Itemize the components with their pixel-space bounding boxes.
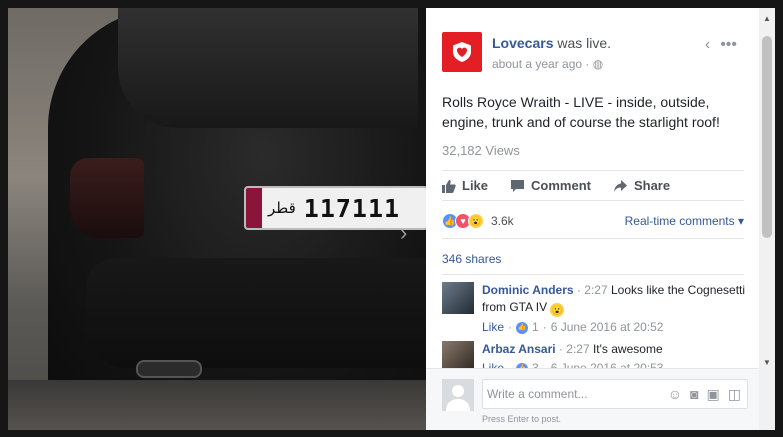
post-text: Rolls Royce Wraith - LIVE - inside, outs… — [442, 94, 720, 130]
divider — [442, 170, 744, 171]
press-enter-hint: Press Enter to post. — [482, 414, 562, 424]
composer-tools: ☺ ◙ ▣ ◫ — [668, 386, 741, 403]
realtime-comments-dropdown[interactable]: Real-time comments ▾ — [625, 214, 744, 228]
comment-input[interactable]: Write a comment... ☺ ◙ ▣ ◫ — [482, 379, 748, 409]
avatar[interactable] — [442, 282, 474, 314]
plate-number: 117111 — [303, 193, 401, 223]
ground — [8, 380, 426, 430]
share-label: Share — [633, 178, 671, 193]
scrollbar-thumb[interactable] — [762, 36, 772, 238]
comment-time: · 2:27 — [558, 342, 590, 356]
realtime-label: Real-time comments — [624, 214, 735, 228]
like-button[interactable]: Like — [442, 178, 488, 193]
like-label: Like — [462, 178, 489, 193]
more-options-icon[interactable]: ••• — [720, 36, 737, 54]
live-video-viewer: قطر 117111 › Lovecars was live. about a … — [0, 0, 783, 437]
back-chevron-icon[interactable]: ‹ — [705, 36, 710, 54]
comment-like-button[interactable]: Like — [482, 319, 504, 336]
comment-like-count[interactable]: 1 — [532, 319, 539, 336]
page-logo[interactable] — [442, 32, 482, 72]
car-exhaust — [136, 360, 202, 378]
comment-time: · 2:27 — [576, 283, 608, 297]
separator-dot: · — [508, 320, 513, 334]
globe-icon: ◍ — [592, 57, 604, 71]
shares-link[interactable]: 346 shares — [442, 252, 501, 266]
share-button[interactable]: Share — [613, 178, 670, 193]
post-panel: Lovecars was live. about a year ago · ◍ … — [426, 8, 759, 430]
wow-emoji-icon: 😮 — [550, 303, 565, 317]
car-bumper — [86, 258, 426, 368]
comment-text: It's awesome — [592, 342, 663, 356]
comment-author[interactable]: Arbaz Ansari — [482, 342, 556, 356]
license-plate: قطر 117111 — [244, 186, 426, 230]
comment-composer: Write a comment... ☺ ◙ ▣ ◫ Press Enter t… — [426, 368, 759, 430]
comment-time-value[interactable]: 2:27 — [584, 283, 607, 297]
caret-down-icon: ▾ — [734, 214, 744, 228]
comment-placeholder: Write a comment... — [487, 387, 588, 401]
comment-date[interactable]: 6 June 2016 at 20:52 — [551, 319, 664, 336]
header-actions: ‹ ••• — [705, 36, 737, 54]
post-actions: Like Comment Share — [442, 178, 670, 193]
reaction-count[interactable]: 3.6k — [491, 214, 514, 228]
separator-dot: · — [585, 57, 593, 71]
like-count-icon: 👍 — [516, 321, 529, 334]
sticker-icon[interactable]: ◫ — [728, 386, 741, 403]
comment-label: Comment — [531, 178, 591, 193]
comment-bubble-icon — [511, 179, 525, 192]
post-header: Lovecars was live. about a year ago · ◍ — [442, 32, 611, 72]
view-count: 32,182 Views — [442, 143, 520, 158]
shield-heart-icon — [453, 42, 471, 62]
gif-icon[interactable]: ▣ — [707, 386, 720, 403]
comment-item: Dominic Anders · 2:27 Looks like the Cog… — [442, 282, 746, 336]
comment-time-value[interactable]: 2:27 — [566, 342, 589, 356]
scroll-down-arrow-icon[interactable]: ▼ — [763, 358, 771, 367]
video-player[interactable]: قطر 117111 › — [8, 8, 426, 430]
reactions-row: 👍 ♥ 😮 3.6k Real-time comments ▾ — [442, 213, 744, 229]
plate-flag — [246, 188, 262, 228]
scroll-up-arrow-icon[interactable]: ▲ — [763, 14, 771, 23]
car-taillight — [70, 158, 144, 238]
camera-icon[interactable]: ◙ — [690, 386, 698, 403]
plate-country: قطر — [268, 199, 296, 217]
post-status: was live. — [557, 35, 612, 51]
car-rear-window — [118, 8, 418, 128]
comment-author[interactable]: Dominic Anders — [482, 283, 574, 297]
current-user-avatar — [442, 379, 474, 411]
comment-button[interactable]: Comment — [510, 178, 591, 193]
post-timestamp[interactable]: about a year ago — [492, 57, 582, 71]
divider — [442, 238, 744, 239]
comment-meta: Like · 👍 1 · 6 June 2016 at 20:52 — [482, 319, 746, 336]
divider — [442, 200, 744, 201]
default-user-icon — [446, 385, 470, 411]
share-arrow-icon — [613, 179, 627, 192]
page-name-link[interactable]: Lovecars — [492, 35, 553, 51]
emoji-icon[interactable]: ☺ — [668, 386, 682, 403]
scrollbar[interactable]: ▲ ▼ — [759, 8, 775, 430]
thumbs-up-icon — [442, 179, 456, 193]
reaction-icons[interactable]: 👍 ♥ 😮 — [442, 213, 484, 229]
wow-reaction-icon: 😮 — [468, 213, 484, 229]
chevron-right-icon[interactable]: › — [400, 220, 407, 246]
separator-dot: · — [542, 320, 547, 334]
divider — [442, 274, 744, 275]
